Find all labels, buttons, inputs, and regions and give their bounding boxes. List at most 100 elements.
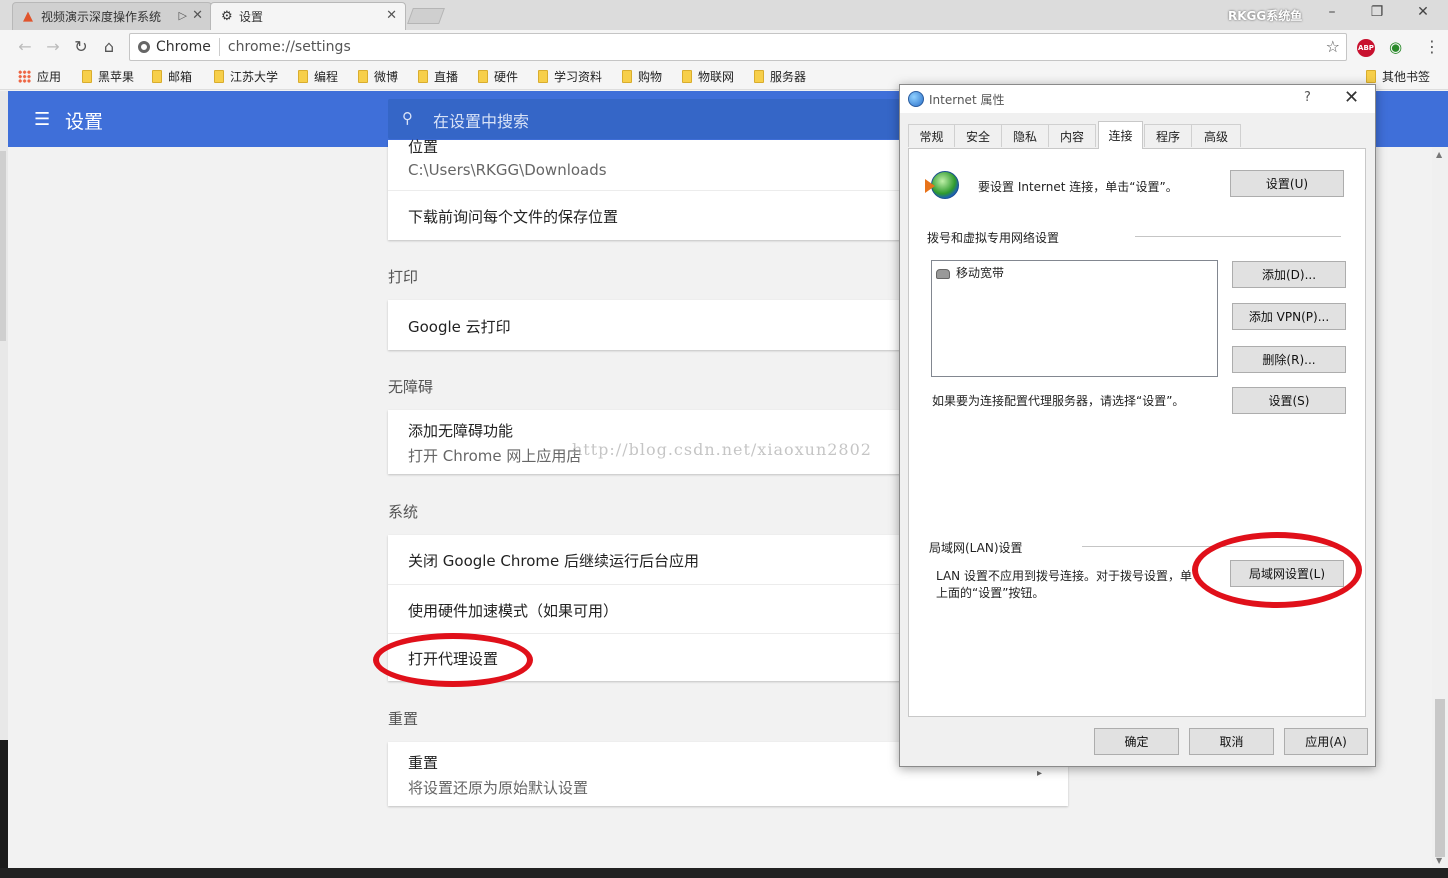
reset-sub: 将设置还原为原始默认设置 [408,779,589,797]
reset-label: 重置 [408,754,439,772]
annotation-circle [373,633,533,687]
address-bar[interactable]: Chrome chrome://settings ☆ [129,33,1347,61]
restore-button[interactable]: ❐ [1362,4,1392,20]
search-input[interactable]: ⚲ 在设置中搜索 [388,99,900,139]
apps-grid-icon [18,70,31,83]
scroll-up-arrow-icon[interactable]: ▲ [1436,150,1442,159]
home-icon[interactable]: ⌂ [98,37,120,56]
forward-arrow-icon[interactable]: → [42,37,64,56]
remove-button[interactable]: 删除(R)... [1232,346,1346,373]
bookmark-other[interactable]: 其他书签 [1366,68,1430,85]
speaker-icon[interactable]: ▷ [179,9,187,22]
bookmark-label: 江苏大学 [230,70,279,84]
folder-icon [298,70,308,83]
background-apps-label: 关闭 Google Chrome 后继续运行后台应用 [408,552,700,570]
bookmark-folder[interactable]: 物联网 [682,68,734,85]
close-icon[interactable]: ✕ [386,8,397,23]
page-scrollbar[interactable] [1432,147,1448,867]
menu-icon[interactable]: ☰ [34,109,50,130]
location-value: C:\Users\RKGG\Downloads [408,161,607,179]
minimize-button[interactable]: – [1317,4,1347,20]
tab-general[interactable]: 常规 [908,124,955,147]
bookmark-folder[interactable]: 购物 [622,68,662,85]
location-label: 位置 [408,138,439,156]
tab-privacy[interactable]: 隐私 [1001,124,1049,147]
help-button[interactable]: ? [1304,90,1311,105]
bookmark-folder[interactable]: 江苏大学 [214,68,278,85]
menu-dots-icon[interactable]: ⋮ [1424,37,1440,56]
tab-title: 视频演示深度操作系统 [41,10,162,24]
bookmark-label: 编程 [314,70,339,84]
new-tab-button[interactable] [407,8,445,24]
setup-button[interactable]: 设置(U) [1230,170,1344,197]
scroll-down-arrow-icon[interactable]: ▼ [1436,856,1442,865]
folder-icon [754,70,764,83]
tab-advanced[interactable]: 高级 [1191,124,1241,147]
bookmark-folder[interactable]: 硬件 [478,68,518,85]
bookmark-folder[interactable]: 微博 [358,68,398,85]
profile-name[interactable]: RKGG系统鱼 [1228,7,1302,24]
star-icon[interactable]: ☆ [1326,37,1340,56]
bookmark-apps[interactable]: 应用 [18,68,61,85]
tab-connections[interactable]: 连接 [1098,121,1143,149]
add-button[interactable]: 添加(D)... [1232,261,1346,288]
section-print: 打印 [388,268,419,286]
close-icon[interactable]: ✕ [192,8,203,23]
bookmark-label: 其他书签 [1382,70,1431,84]
toolbar: ← → ↻ ⌂ Chrome chrome://settings ☆ [0,30,1448,64]
connections-listbox[interactable]: 移动宽带 [931,260,1218,377]
bookmark-label: 购物 [638,70,663,84]
tab-settings[interactable]: ⚙ 设置 ✕ [210,2,406,30]
bookmark-label: 学习资料 [554,70,603,84]
bookmark-label: 应用 [37,70,62,84]
tab-content[interactable]: 内容 [1048,124,1096,147]
tab-security[interactable]: 安全 [954,124,1002,147]
tab-video[interactable]: ▲ 视频演示深度操作系统 ▷ ✕ [12,2,212,30]
add-vpn-button[interactable]: 添加 VPN(P)... [1232,303,1346,330]
bookmark-label: 硬件 [494,70,519,84]
bookmark-folder[interactable]: 直播 [418,68,458,85]
add-accessibility-sub: 打开 Chrome 网上应用店 [408,447,582,465]
reload-icon[interactable]: ↻ [70,37,92,56]
page-title: 设置 [65,111,104,133]
bookmark-folder[interactable]: 黑苹果 [82,68,134,85]
search-icon: ⚲ [402,109,413,127]
site-chip[interactable]: Chrome [130,39,211,55]
background-window [0,740,8,868]
bookmark-folder[interactable]: 服务器 [754,68,806,85]
ok-button[interactable]: 确定 [1094,728,1179,755]
bookmark-folder[interactable]: 邮箱 [152,68,192,85]
url-text[interactable]: chrome://settings [228,39,351,55]
eye-icon[interactable]: ◉ [1389,38,1402,56]
site-chip-label: Chrome [156,39,211,55]
bookmark-folder[interactable]: 编程 [298,68,338,85]
dialog-titlebar[interactable]: Internet 属性 ? ✕ [900,85,1375,113]
bookmark-label: 黑苹果 [98,70,135,84]
scrollbar-thumb[interactable] [0,151,6,341]
folder-icon [152,70,162,83]
dialup-settings-button[interactable]: 设置(S) [1232,387,1346,414]
list-item[interactable]: 移动宽带 [936,264,1004,281]
dialog-close-icon[interactable]: ✕ [1344,87,1359,108]
bookmark-label: 物联网 [698,70,735,84]
bookmark-folder[interactable]: 学习资料 [538,68,602,85]
scrollbar-thumb[interactable] [1435,699,1445,857]
cancel-button[interactable]: 取消 [1189,728,1274,755]
internet-properties-dialog: Internet 属性 ? ✕ 常规 安全 隐私 内容 连接 程序 高级 要设置… [899,84,1376,767]
adblock-icon[interactable]: ABP [1357,39,1375,57]
apply-button[interactable]: 应用(A) [1284,728,1368,755]
modem-icon [936,268,950,279]
cloud-print-label: Google 云打印 [408,318,511,336]
window-close-button[interactable]: ✕ [1408,4,1438,20]
flame-icon: ▲ [23,9,33,24]
back-arrow-icon[interactable]: ← [14,37,36,56]
section-reset: 重置 [388,710,419,728]
folder-icon [1366,70,1376,83]
bookmark-label: 邮箱 [168,70,193,84]
folder-icon [418,70,428,83]
lan-header: 局域网(LAN)设置 [929,541,1023,555]
taskbar [0,868,1448,878]
tab-programs[interactable]: 程序 [1144,124,1192,147]
folder-icon [538,70,548,83]
hardware-accel-label: 使用硬件加速模式（如果可用） [408,602,619,620]
